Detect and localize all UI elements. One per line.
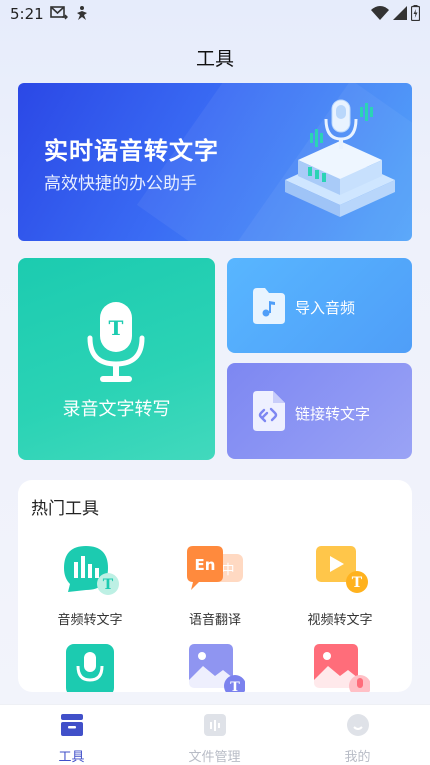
tab-label: 我的 bbox=[344, 750, 371, 765]
svg-text:En: En bbox=[195, 556, 216, 574]
tool-audio-to-text[interactable]: T 音频转文字 bbox=[30, 542, 150, 628]
image-to-text-icon: T bbox=[189, 644, 246, 692]
mic-green-icon bbox=[66, 644, 114, 692]
link-file-icon bbox=[253, 391, 285, 431]
page-title: 工具 bbox=[195, 48, 234, 70]
tool-voice-translate[interactable]: 中 En 语音翻译 bbox=[155, 542, 275, 628]
tool-label: 视频转文字 bbox=[307, 613, 373, 628]
import-audio-card[interactable]: 导入音频 bbox=[227, 258, 412, 353]
tool-image-voice[interactable] bbox=[280, 642, 400, 692]
tool-video-to-text[interactable]: T 视频转文字 bbox=[280, 542, 400, 628]
tool-label: 语音翻译 bbox=[188, 613, 241, 628]
microphone-icon: T bbox=[87, 302, 145, 382]
toolbox-icon bbox=[60, 714, 83, 736]
bottom-tab-bar: 工具 文件管理 我的 bbox=[0, 704, 430, 765]
tool-image-to-text[interactable]: T bbox=[155, 642, 275, 692]
audio-to-text-icon: T bbox=[64, 546, 119, 595]
banner-realtime-transcribe[interactable]: 实时语音转文字 高效快捷的办公助手 bbox=[18, 83, 412, 241]
tab-tools[interactable]: 工具 bbox=[0, 705, 143, 765]
image-voice-icon bbox=[314, 644, 371, 692]
microphone-device-illustration-icon bbox=[285, 99, 395, 217]
svg-text:T: T bbox=[103, 577, 114, 593]
status-bar: 5:21 bbox=[0, 0, 430, 30]
tool-mic-green[interactable] bbox=[30, 642, 150, 692]
tab-file-manager[interactable]: 文件管理 bbox=[143, 705, 286, 765]
audio-file-icon bbox=[253, 288, 285, 324]
tab-profile[interactable]: 我的 bbox=[286, 705, 429, 765]
wifi-icon bbox=[371, 6, 389, 20]
svg-text:T: T bbox=[109, 316, 124, 340]
tab-label: 工具 bbox=[58, 750, 85, 765]
battery-icon bbox=[411, 5, 420, 21]
svg-text:T: T bbox=[352, 575, 363, 591]
svg-text:T: T bbox=[230, 680, 240, 692]
profile-icon bbox=[346, 714, 369, 736]
link-to-text-label: 链接转文字 bbox=[295, 405, 371, 423]
banner-subtitle: 高效快捷的办公助手 bbox=[44, 174, 197, 194]
banner-title: 实时语音转文字 bbox=[44, 137, 219, 165]
accessibility-icon bbox=[77, 6, 87, 20]
svg-text:中: 中 bbox=[221, 563, 234, 578]
hot-tools-panel: 热门工具 T 音频转文字 中 En 语音翻译 T 视频转文字 T bbox=[18, 480, 412, 692]
message-icon bbox=[50, 6, 68, 20]
import-audio-label: 导入音频 bbox=[295, 299, 356, 317]
hot-tools-title: 热门工具 bbox=[31, 499, 99, 519]
tool-label: 音频转文字 bbox=[57, 613, 123, 628]
status-time: 5:21 bbox=[10, 5, 44, 23]
video-to-text-icon: T bbox=[316, 546, 368, 593]
record-transcribe-label: 录音文字转写 bbox=[62, 399, 171, 420]
signal-icon bbox=[393, 6, 407, 20]
record-transcribe-card[interactable]: T 录音文字转写 bbox=[18, 258, 215, 460]
tab-label: 文件管理 bbox=[188, 750, 241, 765]
link-to-text-card[interactable]: 链接转文字 bbox=[227, 363, 412, 459]
file-manager-icon bbox=[203, 714, 226, 736]
voice-translate-icon: 中 En bbox=[187, 546, 243, 590]
